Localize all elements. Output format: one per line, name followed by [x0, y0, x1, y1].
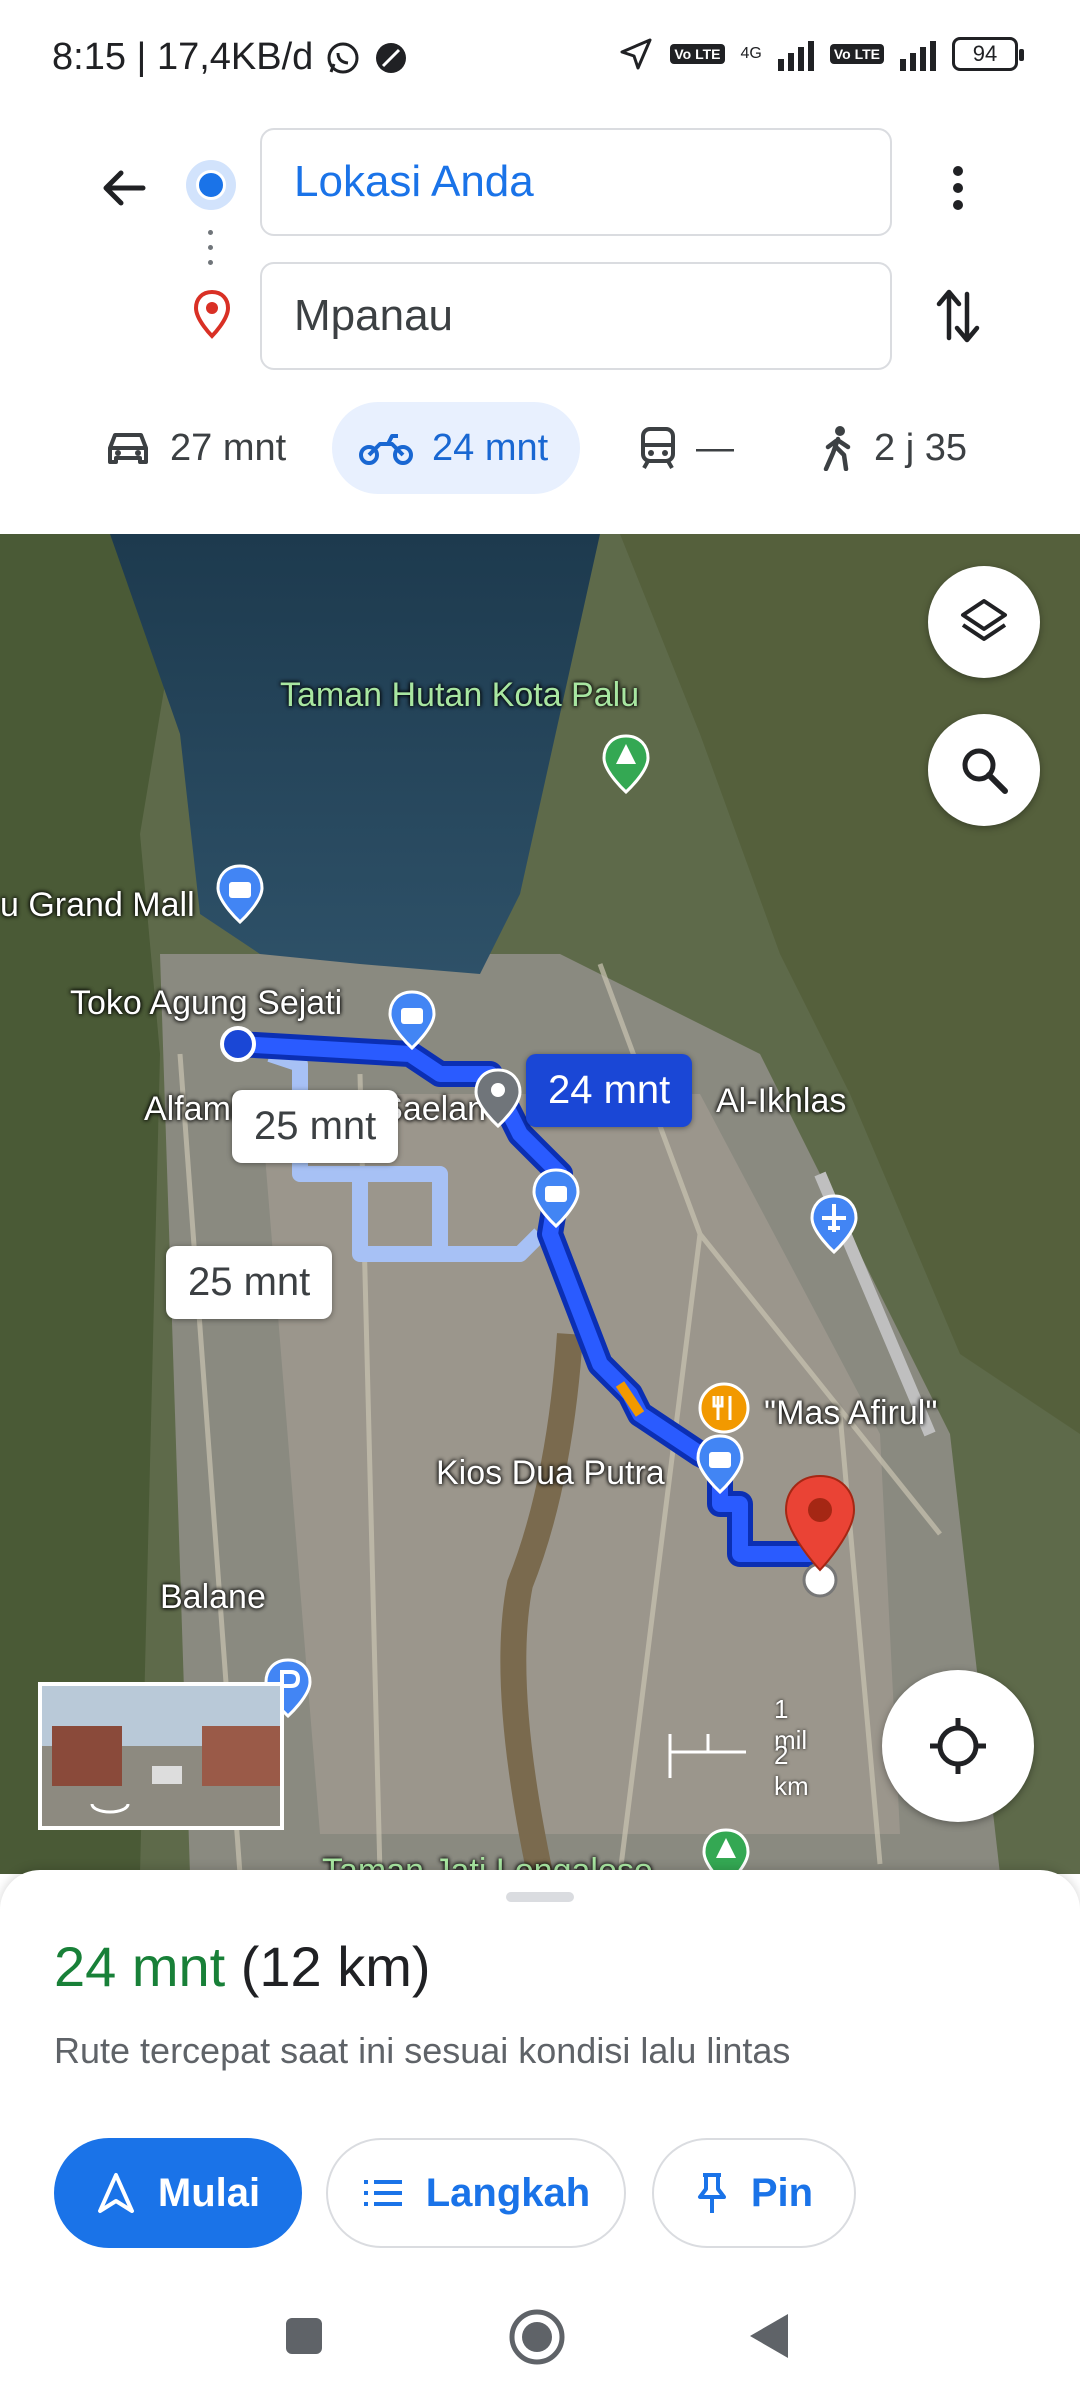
place-pin-icon[interactable] [472, 1068, 524, 1128]
route-header: Lokasi Anda Mpanau 27 mnt 24 mnt — 2 j 3… [0, 120, 1080, 532]
signal-icon-2 [900, 37, 936, 71]
pin-button[interactable]: Pin [652, 2138, 856, 2248]
recents-button[interactable] [282, 2314, 326, 2358]
map-label-toko: Toko Agung Sejati [70, 984, 343, 1022]
destination-pin-icon [193, 289, 231, 339]
my-location-button[interactable] [882, 1670, 1034, 1822]
map-label-park: Taman Hutan Kota Palu [280, 676, 640, 714]
route-dots-icon [208, 230, 213, 265]
battery-level: 94 [972, 41, 998, 66]
mode-motorcycle-label: 24 mnt [432, 426, 549, 469]
search-icon [962, 748, 1008, 794]
shopping-icon[interactable] [530, 1168, 582, 1228]
mode-car[interactable]: 27 mnt [78, 402, 312, 494]
shopping-icon[interactable] [694, 1434, 746, 1494]
eta-bubble-alt-2[interactable]: 25 mnt [166, 1246, 333, 1319]
layers-icon [961, 599, 1007, 641]
origin-input[interactable]: Lokasi Anda [260, 128, 892, 236]
navigation-arrow-icon [97, 2173, 134, 2213]
origin-text: Lokasi Anda [294, 157, 534, 206]
back-nav-button[interactable] [746, 2310, 792, 2362]
scale-bar [668, 1734, 746, 1778]
status-left: 8:15 | 17,4KB/d [52, 36, 409, 79]
route-duration: 24 mnt [54, 1935, 226, 1998]
mode-transit[interactable]: — [612, 402, 760, 494]
car-icon [108, 433, 148, 464]
route-distance: (12 km) [240, 1935, 431, 1998]
mode-car-label: 27 mnt [170, 426, 287, 469]
home-button[interactable] [508, 2308, 566, 2366]
sheet-drag-handle[interactable] [506, 1892, 574, 1902]
eta-primary-text: 24 mnt [548, 1068, 671, 1112]
travel-modes: 27 mnt 24 mnt — 2 j 35 [0, 402, 1080, 498]
route-summary: 24 mnt (12 km) [54, 1934, 431, 1999]
street-view-thumbnail[interactable] [38, 1682, 284, 1830]
transit-icon [641, 427, 675, 469]
steps-label: Langkah [425, 2170, 591, 2215]
battery-icon: 94 [952, 37, 1024, 71]
back-button[interactable] [92, 156, 156, 220]
start-button[interactable]: Mulai [54, 2138, 302, 2248]
my-location-icon [930, 1718, 986, 1774]
mode-motorcycle[interactable]: 24 mnt [332, 402, 580, 494]
mode-walk[interactable]: 2 j 35 [794, 402, 993, 494]
more-vert-icon [953, 166, 963, 210]
route-description: Rute tercepat saat ini sesuai kondisi la… [54, 2030, 791, 2071]
destination-input[interactable]: Mpanau [260, 262, 892, 370]
park-icon[interactable] [700, 1828, 752, 1874]
pin-label: Pin [750, 2170, 814, 2215]
destination-marker-icon[interactable] [782, 1474, 858, 1574]
more-options-button[interactable] [926, 156, 990, 220]
network-type: 4G [740, 45, 762, 62]
layers-button[interactable] [928, 566, 1040, 678]
arrow-back-icon [103, 170, 146, 206]
scale-km: 2 km [774, 1740, 809, 1801]
system-nav-bar [0, 2280, 1080, 2400]
eta-bubble-alt-1[interactable]: 25 mnt [232, 1090, 399, 1163]
airport-icon[interactable] [808, 1194, 860, 1254]
street-view-image [42, 1686, 280, 1826]
shopping-icon[interactable] [386, 990, 438, 1050]
map-label-mall: u Grand Mall [0, 886, 195, 924]
volte-badge-2: Vo LTE [829, 44, 884, 64]
mode-transit-label: — [696, 426, 734, 469]
map-label-afirul: "Mas Afirul" [764, 1394, 938, 1432]
map-view[interactable]: Taman Hutan Kota Palu u Grand Mall Toko … [0, 534, 1080, 1874]
compass-icon [376, 42, 407, 73]
status-time: 8:15 | 17,4KB/d [52, 36, 314, 78]
shopping-icon[interactable] [214, 864, 266, 924]
map-label-balane: Balane [160, 1578, 266, 1616]
swap-vert-icon [936, 289, 980, 343]
map-label-ikhlas: Al-Ikhlas [716, 1082, 847, 1120]
destination-text: Mpanau [294, 291, 454, 340]
motorcycle-icon [359, 434, 413, 465]
eta-bubble-primary[interactable]: 24 mnt [526, 1054, 693, 1127]
walk-icon [823, 426, 851, 471]
volte-badge-1: Vo LTE [670, 44, 725, 64]
whatsapp-icon [327, 42, 359, 73]
pin-icon [697, 2173, 726, 2213]
status-right: Vo LTE 4G Vo LTE 94 [618, 36, 1024, 72]
map-label-kios: Kios Dua Putra [436, 1454, 665, 1492]
search-button[interactable] [928, 714, 1040, 826]
mode-walk-label: 2 j 35 [874, 426, 967, 469]
location-arrow-icon [620, 38, 652, 70]
eta-alt-1-text: 25 mnt [254, 1104, 377, 1148]
steps-button[interactable]: Langkah [326, 2138, 626, 2248]
origin-dot-icon [186, 160, 236, 210]
swap-button[interactable] [926, 284, 990, 348]
signal-icon-1 [777, 37, 814, 71]
restaurant-icon[interactable] [698, 1380, 750, 1440]
start-label: Mulai [157, 2170, 261, 2215]
list-icon [363, 2180, 402, 2206]
eta-alt-2-text: 25 mnt [188, 1260, 311, 1304]
park-icon[interactable] [600, 734, 652, 794]
status-bar: 8:15 | 17,4KB/d Vo LTE 4G Vo LTE 94 [0, 0, 1080, 120]
